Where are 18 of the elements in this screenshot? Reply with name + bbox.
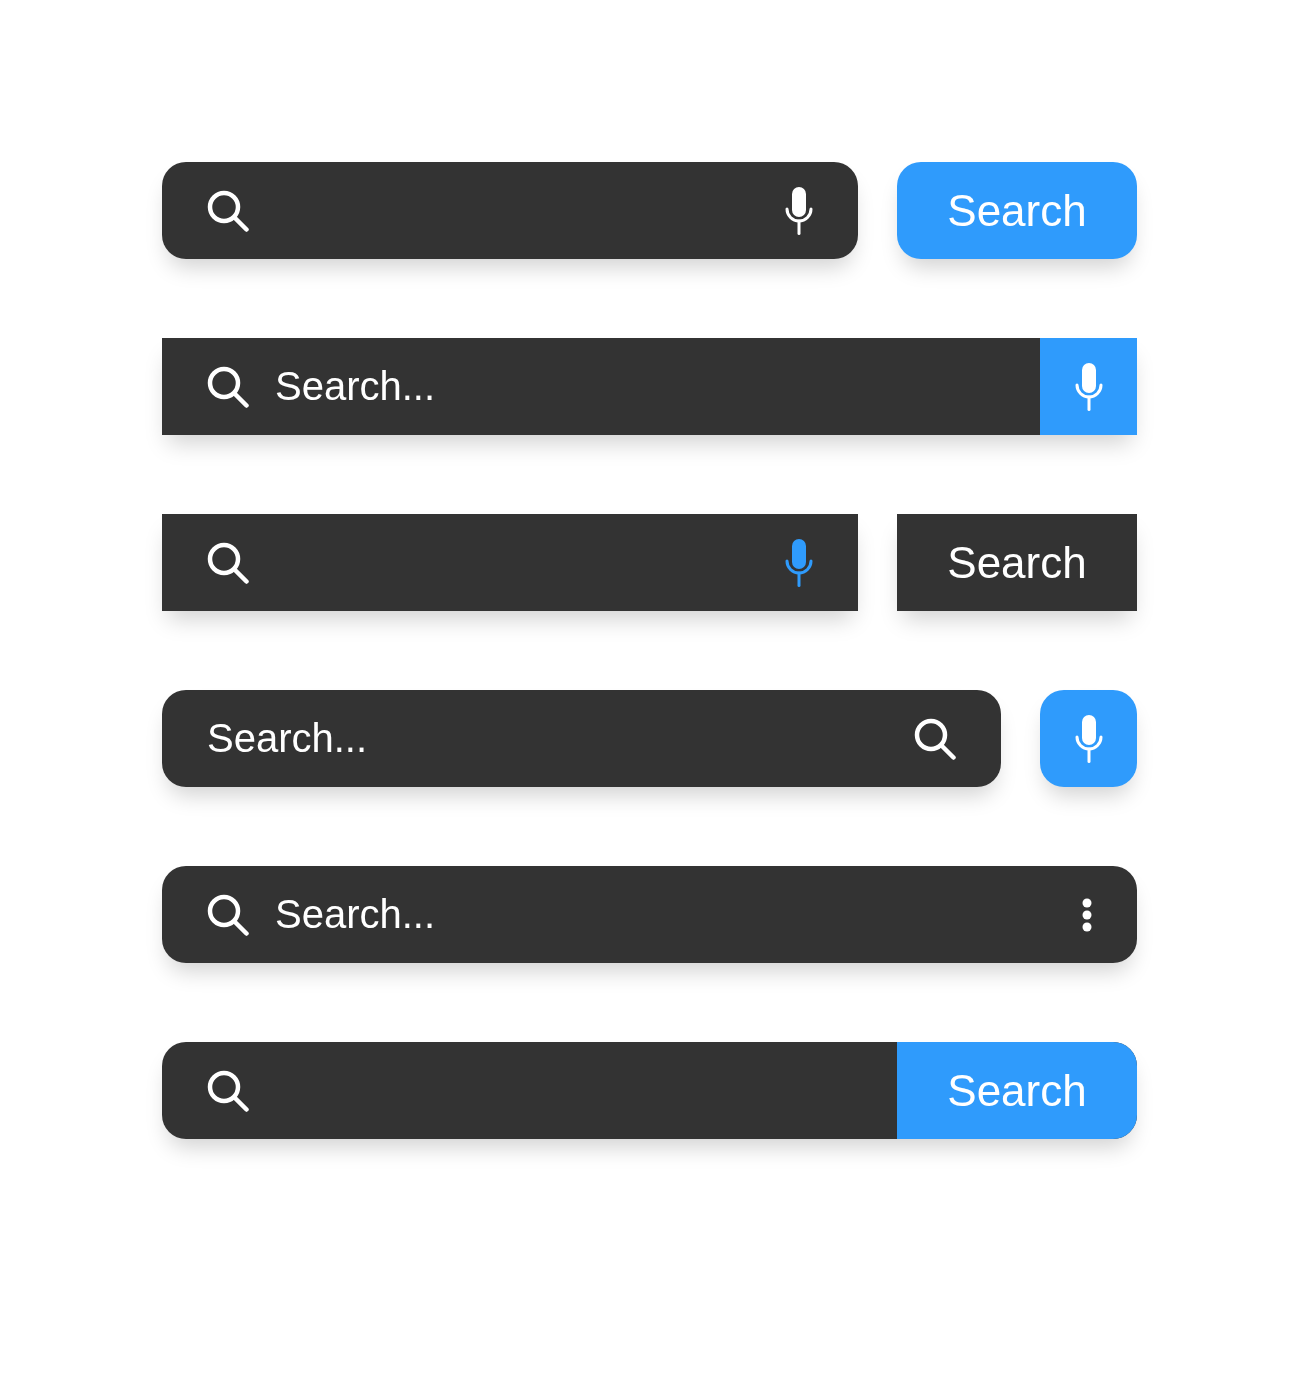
search-input[interactable]: Search... — [275, 361, 1014, 412]
search-bar[interactable] — [162, 162, 858, 259]
search-button[interactable]: Search — [897, 514, 1137, 611]
menu-icon[interactable] — [1082, 897, 1092, 932]
search-icon[interactable] — [914, 717, 956, 760]
voice-search-button[interactable] — [1040, 690, 1137, 787]
search-bar[interactable]: Search... — [162, 866, 1137, 963]
search-bar[interactable]: Search — [162, 1042, 1137, 1139]
search-button[interactable]: Search — [897, 1042, 1137, 1139]
microphone-icon — [1074, 362, 1103, 411]
search-bar[interactable]: Search... — [162, 690, 1001, 787]
search-input[interactable]: Search... — [207, 713, 888, 764]
search-bar[interactable]: Search... — [162, 338, 1137, 435]
microphone-icon — [1074, 714, 1103, 763]
search-button[interactable]: Search — [897, 162, 1137, 259]
voice-search-button[interactable] — [1040, 338, 1137, 435]
microphone-icon[interactable] — [785, 186, 813, 235]
search-input[interactable]: Search... — [275, 889, 1056, 940]
